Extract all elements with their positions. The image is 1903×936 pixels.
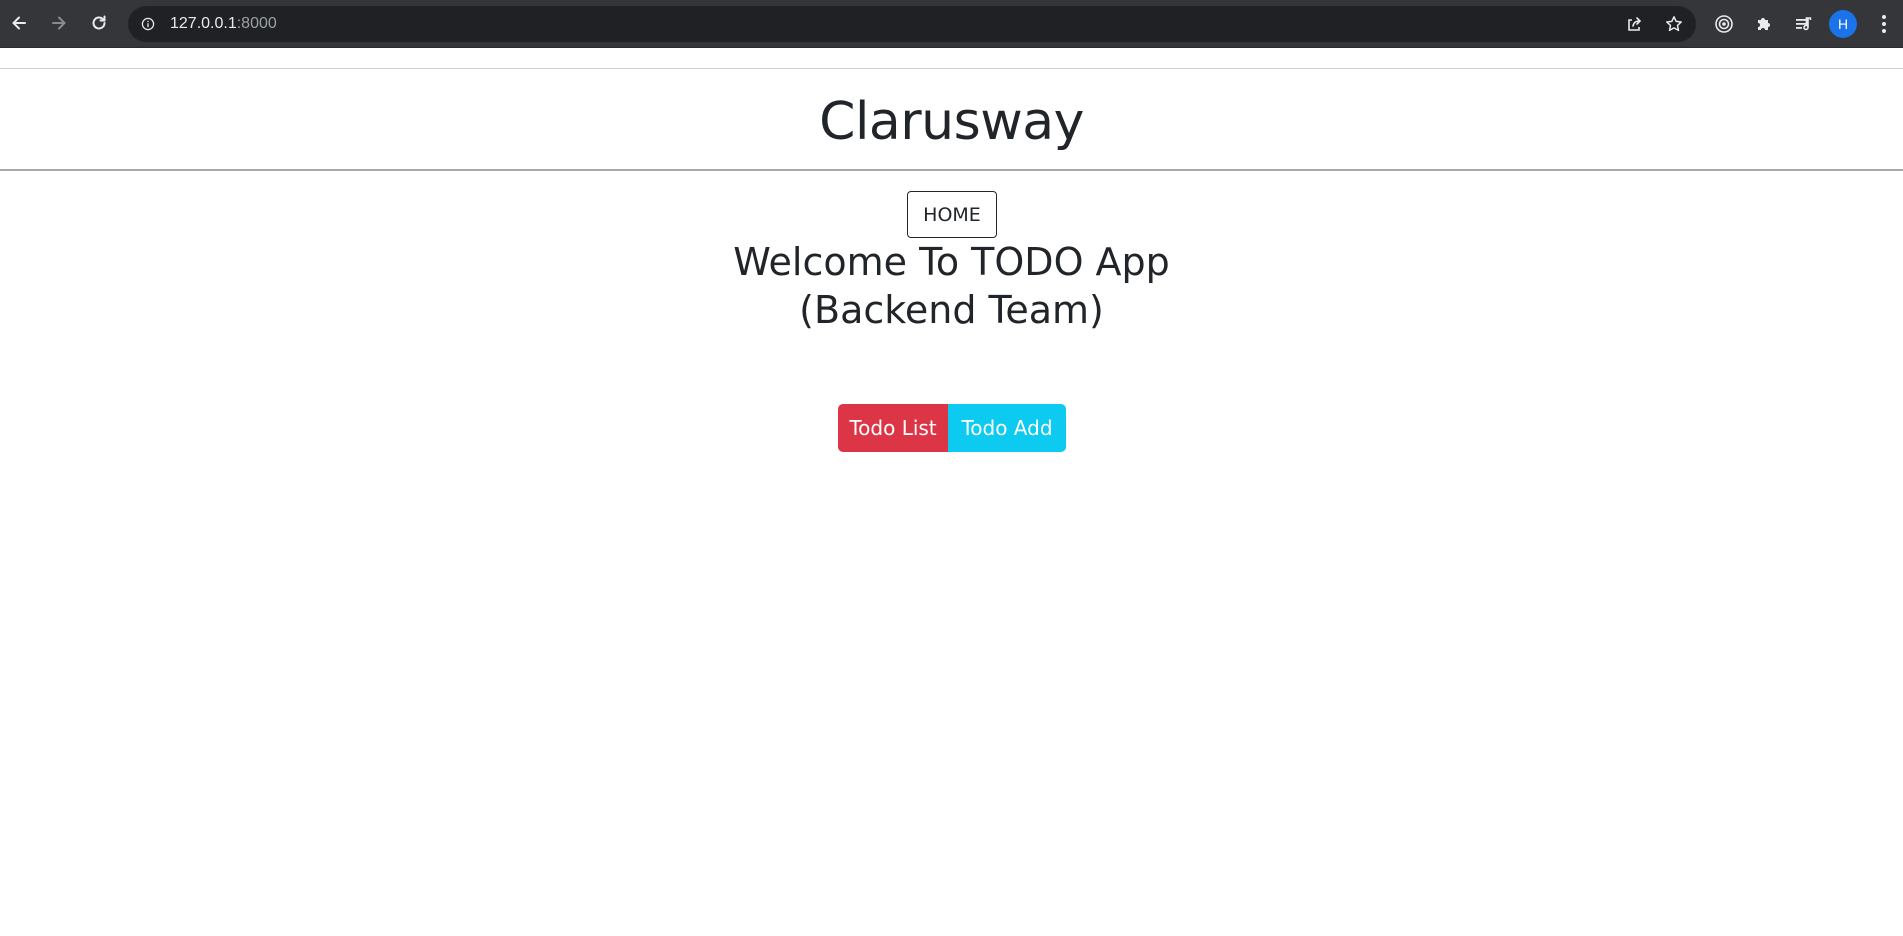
- todo-button-group: Todo List Todo Add: [838, 404, 1066, 452]
- url-text[interactable]: 127.0.0.1:8000: [170, 15, 277, 33]
- top-divider: [0, 68, 1903, 69]
- back-button[interactable]: [4, 8, 34, 38]
- url-host: 127.0.0.1: [170, 15, 237, 32]
- puzzle-icon[interactable]: [1752, 12, 1776, 36]
- media-queue-icon[interactable]: [1792, 12, 1816, 36]
- url-port: :8000: [236, 15, 277, 32]
- forward-button[interactable]: [44, 8, 74, 38]
- welcome-line-1: Welcome To TODO App: [733, 240, 1170, 284]
- back-arrow-icon: [12, 16, 26, 30]
- reload-button[interactable]: [84, 8, 114, 38]
- reload-icon: [92, 15, 106, 30]
- info-icon[interactable]: [138, 14, 158, 34]
- share-icon[interactable]: [1622, 12, 1646, 36]
- todo-list-button[interactable]: Todo List: [838, 404, 948, 452]
- welcome-line-2: (Backend Team): [799, 288, 1104, 332]
- brand-divider: [0, 169, 1903, 171]
- home-button[interactable]: HOME: [907, 191, 997, 238]
- star-icon[interactable]: [1662, 12, 1686, 36]
- browser-toolbar: 127.0.0.1:8000 H: [0, 0, 1903, 48]
- profile-initial: H: [1837, 16, 1849, 32]
- address-bar[interactable]: 127.0.0.1:8000: [128, 6, 1696, 42]
- menu-dots-icon[interactable]: [1874, 12, 1894, 36]
- extension-target-icon[interactable]: [1712, 12, 1736, 36]
- forward-arrow-icon: [52, 16, 66, 30]
- welcome-heading: Welcome To TODO App (Backend Team): [0, 238, 1903, 334]
- todo-add-button[interactable]: Todo Add: [948, 404, 1066, 452]
- profile-avatar[interactable]: H: [1829, 10, 1857, 38]
- brand-title: Clarusway: [819, 92, 1084, 152]
